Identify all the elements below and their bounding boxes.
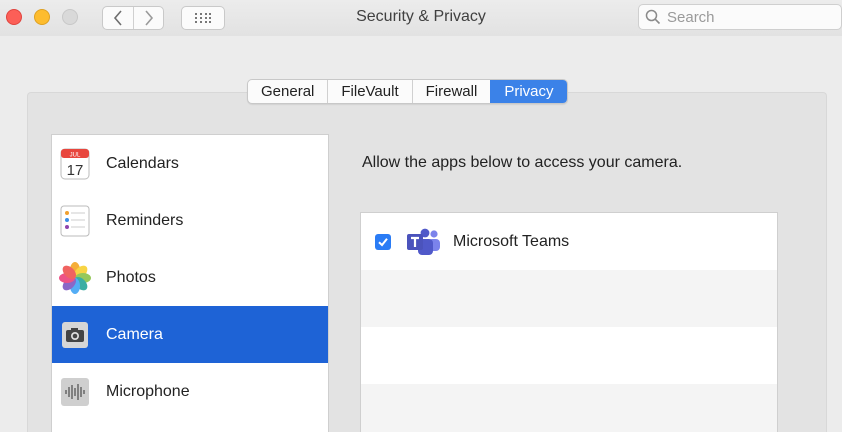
photos-icon <box>58 261 92 295</box>
tab-firewall[interactable]: Firewall <box>411 80 491 103</box>
empty-row <box>361 384 777 432</box>
camera-icon <box>58 318 92 352</box>
tab-filevault[interactable]: FileVault <box>327 80 411 103</box>
sidebar-item-label: Microphone <box>106 382 190 400</box>
privacy-category-list: JUL 17 Calendars Reminders Photos Camera… <box>51 134 329 432</box>
search-input[interactable] <box>667 8 827 26</box>
sidebar-item-label: Camera <box>106 325 163 343</box>
tab-bar: General FileVault Firewall Privacy <box>247 79 568 104</box>
checkmark-icon <box>378 237 388 246</box>
sidebar-item-photos[interactable]: Photos <box>52 249 328 306</box>
empty-row <box>361 270 777 327</box>
sidebar-item-reminders[interactable]: Reminders <box>52 192 328 249</box>
svg-text:JUL: JUL <box>70 152 81 158</box>
app-permission-list: Microsoft Teams <box>360 212 778 432</box>
calendar-icon: JUL 17 <box>58 147 92 181</box>
title-bar: Security & Privacy <box>0 0 842 36</box>
sidebar-item-calendars[interactable]: JUL 17 Calendars <box>52 135 328 192</box>
tab-privacy[interactable]: Privacy <box>490 80 567 103</box>
sidebar-item-label: Calendars <box>106 154 179 172</box>
search-field[interactable] <box>638 4 842 30</box>
microsoft-teams-icon <box>407 228 440 255</box>
microsoft-teams-checkbox[interactable] <box>375 233 391 250</box>
reminders-icon <box>58 204 92 238</box>
sidebar-item-microphone[interactable]: Microphone <box>52 363 328 420</box>
list-item: Microsoft Teams <box>361 213 777 270</box>
sidebar-item-label: Photos <box>106 268 156 286</box>
empty-row <box>361 327 777 384</box>
security-privacy-window: Security & Privacy General FileVault Fir… <box>0 0 842 432</box>
tab-general[interactable]: General <box>248 80 327 103</box>
microphone-icon <box>58 375 92 409</box>
sidebar-item-label: Reminders <box>106 211 184 229</box>
magnifier-icon <box>645 9 661 25</box>
camera-access-caption: Allow the apps below to access your came… <box>362 154 683 171</box>
app-name: Microsoft Teams <box>453 232 570 250</box>
svg-text:17: 17 <box>67 162 84 179</box>
sidebar-item-camera[interactable]: Camera <box>52 306 328 363</box>
